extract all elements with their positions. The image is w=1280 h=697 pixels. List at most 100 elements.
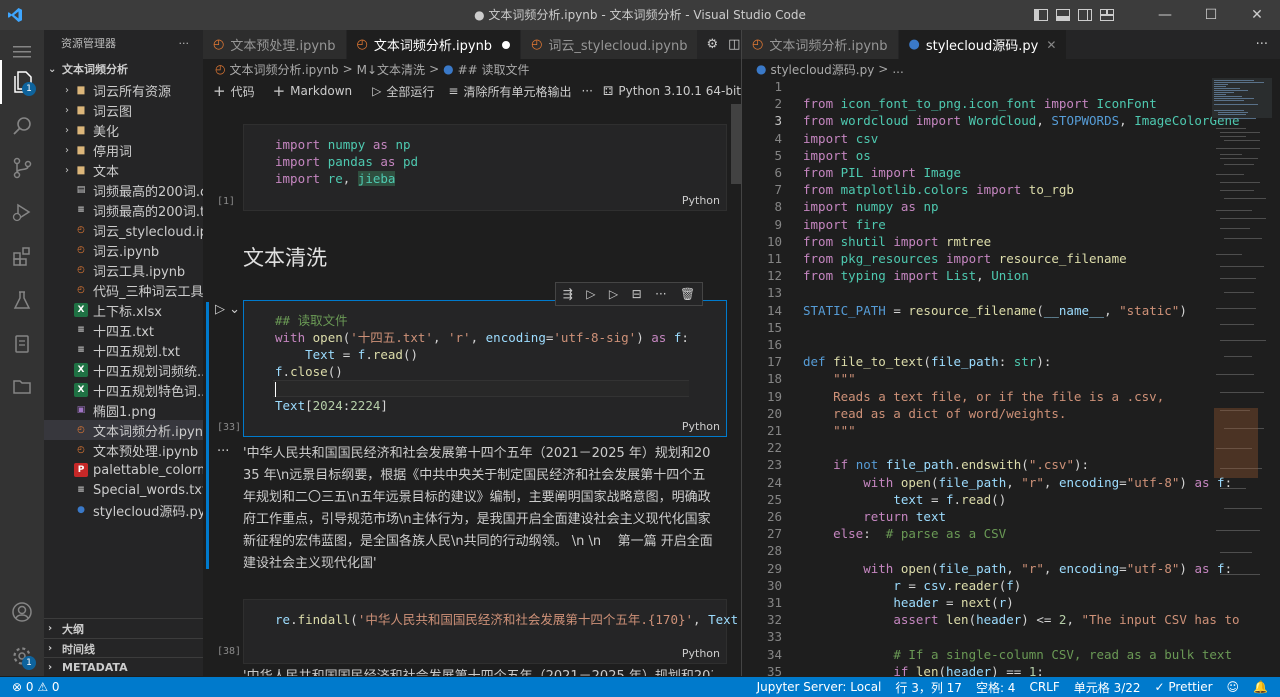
file-item[interactable]: ◴ 代码_三种词云工具... <box>44 280 203 300</box>
indentation[interactable]: 空格: 4 <box>976 679 1016 696</box>
workspace-root[interactable]: ⌄ 文本词频分析 <box>44 58 203 80</box>
file-label: 词云.ipynb <box>93 244 160 260</box>
add-code-cell-button[interactable]: + 代码 <box>213 82 255 100</box>
file-label: 文本 <box>93 164 120 180</box>
minimap[interactable] <box>1212 78 1272 598</box>
minimize-button[interactable]: — <box>1142 0 1188 30</box>
jupyter-server-status[interactable]: Jupyter Server: Local <box>757 680 882 694</box>
cell-more-icon[interactable]: ··· <box>655 287 666 301</box>
split-cell-icon[interactable]: ⊟ <box>632 287 642 301</box>
tab-stylecloud[interactable]: ◴ 词云_stylecloud.ipynb <box>521 30 699 59</box>
folder-item[interactable]: › ▆ 词云图 <box>44 100 203 120</box>
run-cell-icon[interactable]: ▷ <box>586 287 595 301</box>
cursor-position[interactable]: 行 3，列 17 <box>895 679 962 696</box>
run-debug-icon[interactable] <box>0 190 44 234</box>
cell-indicator[interactable]: 单元格 3/22 <box>1074 679 1141 696</box>
account-icon[interactable] <box>0 590 44 634</box>
file-item[interactable]: ≡ 词频最高的200词.txt <box>44 200 203 220</box>
folder-item[interactable]: › ▆ 文本 <box>44 160 203 180</box>
customize-layout-icon[interactable] <box>1096 0 1118 30</box>
file-item[interactable]: Ppalettable_colorma... <box>44 460 203 480</box>
code-cell-2[interactable]: ## 读取文件 with open('十四五.txt', 'r', encodi… <box>243 300 727 437</box>
line-ending[interactable]: CRLF <box>1029 680 1059 694</box>
cell-language[interactable]: Python <box>682 647 720 660</box>
problems-indicator[interactable]: ⊗ 0 ⚠ 0 <box>12 680 60 694</box>
file-item[interactable]: ≡ 十四五规划.txt <box>44 340 203 360</box>
add-markdown-cell-button[interactable]: + Markdown <box>273 82 353 100</box>
delete-cell-icon[interactable]: 🗑 <box>680 287 695 301</box>
file-item[interactable]: X 上下标.xlsx <box>44 300 203 320</box>
split-editor-icon[interactable]: ◫ <box>728 37 740 52</box>
file-label: stylecloud源码.py <box>93 504 203 520</box>
more-actions-icon[interactable]: ··· <box>1256 30 1268 59</box>
file-item[interactable]: ◴ 词云.ipynb <box>44 240 203 260</box>
search-icon[interactable] <box>0 104 44 148</box>
file-item[interactable]: ▤ 词频最高的200词.c... <box>44 180 203 200</box>
file-item[interactable]: ◴ 文本预处理.ipynb <box>44 440 203 460</box>
metadata-section[interactable]: › METADATA <box>44 657 203 676</box>
run-above-icon[interactable]: ⇶ <box>563 287 573 301</box>
file-item[interactable]: ≡ Special_words.txt <box>44 480 203 500</box>
explorer-more-button[interactable]: ··· <box>179 37 190 50</box>
txt-icon: ≡ <box>77 485 85 495</box>
maximize-button[interactable]: ☐ <box>1188 0 1234 30</box>
close-tab-icon[interactable]: ✕ <box>1046 38 1056 52</box>
timeline-section[interactable]: › 时间线 <box>44 638 203 658</box>
file-item[interactable]: X 十四五规划特色词... <box>44 380 203 400</box>
cell-language[interactable]: Python <box>682 420 720 433</box>
notebook-icon[interactable] <box>0 322 44 366</box>
tab-word-freq-right[interactable]: ◴ 文本词频分析.ipynb <box>742 30 899 59</box>
file-item[interactable]: ◴ 词云_stylecloud.ipy... <box>44 220 203 240</box>
kernel-picker[interactable]: ⚃ Python 3.10.1 64-bit <box>603 84 741 98</box>
line-number: 30 <box>766 577 782 593</box>
file-item[interactable]: ◴ 文本词频分析.ipynb <box>44 420 203 440</box>
settings-gear-icon[interactable]: 1 <box>0 634 44 678</box>
remote-explorer-icon[interactable] <box>0 364 44 408</box>
toolbar-more-button[interactable]: ··· <box>581 84 592 98</box>
source-control-icon[interactable] <box>0 146 44 190</box>
folder-icon: ▆ <box>77 145 85 155</box>
tab-preprocess[interactable]: ◴ 文本预处理.ipynb <box>203 30 347 59</box>
file-label: 代码_三种词云工具... <box>93 284 203 300</box>
gear-icon[interactable]: ⚙ <box>706 37 718 52</box>
testing-icon[interactable] <box>0 278 44 322</box>
markdown-heading[interactable]: 文本清洗 <box>243 242 327 272</box>
folder-icon: ▆ <box>77 165 85 175</box>
notebook-scrollbar[interactable] <box>731 104 741 184</box>
folder-item[interactable]: › ▆ 词云所有资源 <box>44 80 203 100</box>
extensions-icon[interactable] <box>0 234 44 278</box>
file-item[interactable]: ≡ 十四五.txt <box>44 320 203 340</box>
code-cell-1[interactable]: import numpy as np import pandas as pd i… <box>243 124 727 211</box>
chevron-right-icon: › <box>65 144 69 156</box>
file-item[interactable]: ▣ 椭圆1.png <box>44 400 203 420</box>
line-number: 32 <box>766 612 782 628</box>
toggle-panel-icon[interactable] <box>1052 0 1074 30</box>
breadcrumb: ◴ 文本词频分析.ipynb > M↓文本清洗 > ● ## 读取文件 <box>215 62 530 77</box>
prettier-status[interactable]: ✓ Prettier <box>1155 680 1213 694</box>
cell-language[interactable]: Python <box>682 194 720 207</box>
toggle-secondary-sidebar-icon[interactable] <box>1074 0 1096 30</box>
file-item[interactable]: X 十四五规划词频统... <box>44 360 203 380</box>
run-below-icon[interactable]: ▷ <box>609 287 618 301</box>
clear-outputs-button[interactable]: ≡ 清除所有单元格输出 <box>448 83 571 100</box>
file-item[interactable]: ◴ 词云工具.ipynb <box>44 260 203 280</box>
line-number: 22 <box>766 440 782 456</box>
folder-icon: ▆ <box>77 105 85 115</box>
tab-word-freq[interactable]: ◴ 文本词频分析.ipynb <box>346 30 522 59</box>
folder-item[interactable]: › ▆ 美化 <box>44 120 203 140</box>
feedback-icon[interactable]: ☺ <box>1227 680 1240 694</box>
file-item[interactable]: ● stylecloud源码.py <box>44 500 203 520</box>
code-cell-3[interactable]: re.findall('中华人民共和国国民经济和社会发展第十四个五年.{170}… <box>243 599 738 664</box>
run-cell-icon[interactable]: ▷ ⌄ <box>215 302 240 317</box>
close-window-button[interactable]: ✕ <box>1234 0 1280 30</box>
output-more-icon[interactable]: ··· <box>217 444 229 459</box>
explorer-icon[interactable]: 1 <box>0 60 44 104</box>
tab-stylecloud-py[interactable]: ● stylecloud源码.py ✕ <box>898 30 1068 59</box>
outline-section[interactable]: › 大纲 <box>44 618 203 638</box>
folder-item[interactable]: › ▆ 停用词 <box>44 140 203 160</box>
code-editor[interactable]: 1 2 3 4 5 6 7 8 9 10 11 12 13 14 15 16 17 18 19 20 21 22 23 24 2… <box>742 78 1280 696</box>
explorer-title: 资源管理器 <box>61 37 116 50</box>
notifications-bell-icon[interactable]: 🔔 <box>1253 680 1268 694</box>
run-all-button[interactable]: ▷ 全部运行 <box>372 83 434 100</box>
toggle-sidebar-icon[interactable] <box>1030 0 1052 30</box>
